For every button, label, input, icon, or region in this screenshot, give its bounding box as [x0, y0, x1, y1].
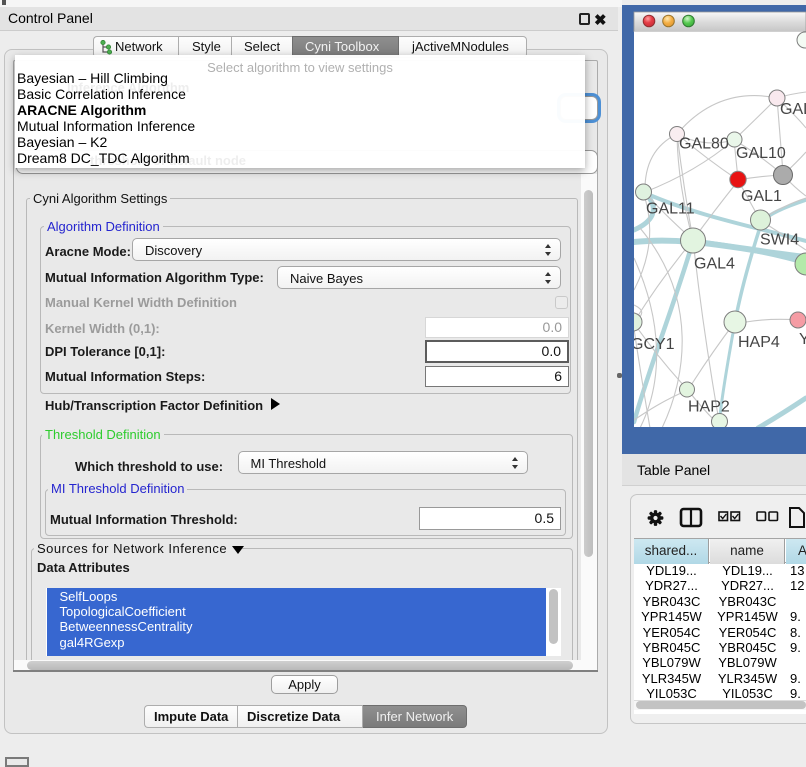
svg-text:GAL80: GAL80: [679, 136, 729, 153]
svg-text:HAP2: HAP2: [688, 399, 730, 416]
svg-text:HAP4: HAP4: [738, 334, 780, 351]
svg-text:GAL10: GAL10: [736, 145, 786, 162]
svg-text:GAL11: GAL11: [646, 201, 695, 218]
svg-text:SWI4: SWI4: [760, 232, 799, 249]
svg-text:GAL1: GAL1: [741, 188, 782, 205]
svg-text:GAL4: GAL4: [694, 256, 735, 273]
svg-text:GCY1: GCY1: [631, 336, 675, 353]
svg-text:GAL: GAL: [780, 101, 806, 118]
svg-text:Y: Y: [799, 331, 806, 348]
